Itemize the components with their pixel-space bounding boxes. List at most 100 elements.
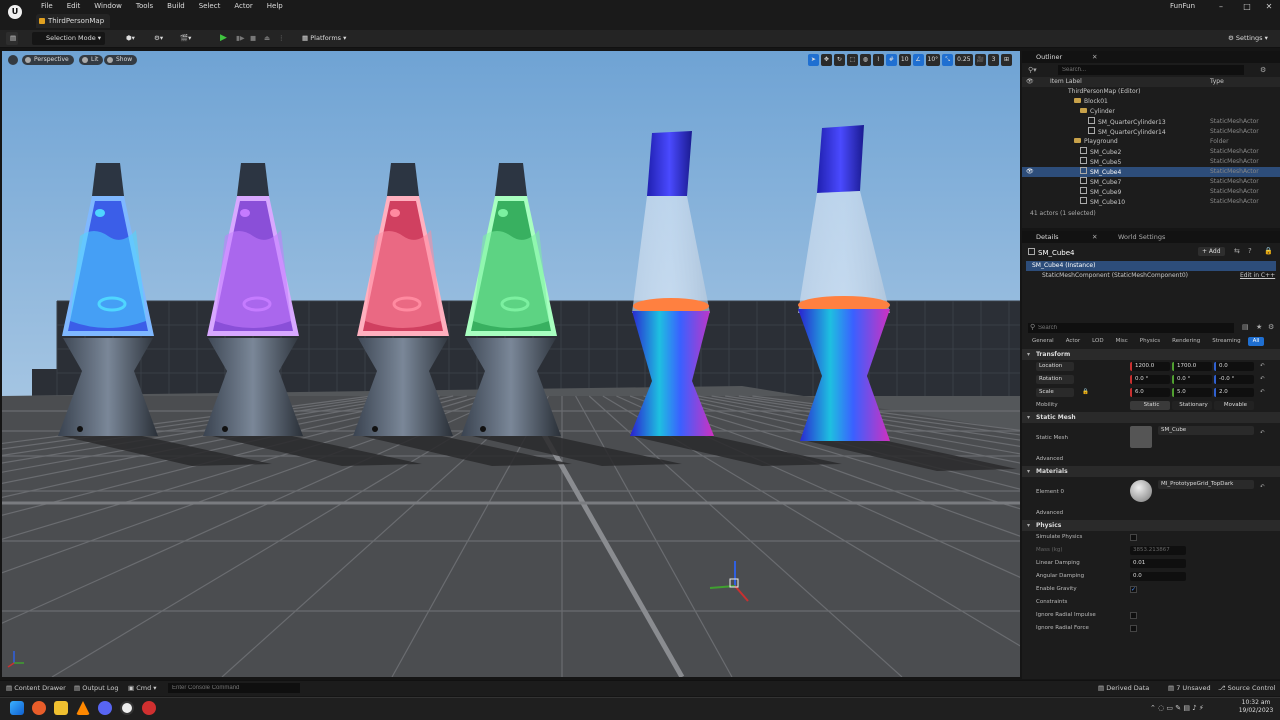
- save-icon[interactable]: ▤: [6, 32, 18, 45]
- scale-dropdown[interactable]: Scale: [1036, 388, 1074, 397]
- scale-z[interactable]: 2.0: [1214, 388, 1254, 397]
- lit-button[interactable]: Lit: [79, 55, 104, 65]
- level-tab[interactable]: ThirdPersonMap: [36, 14, 111, 28]
- filter-icon[interactable]: ⚲▾: [1028, 66, 1037, 74]
- scale-snap-value[interactable]: 0.25: [955, 54, 973, 66]
- minimize-icon[interactable]: –: [1214, 2, 1228, 12]
- category-streaming[interactable]: Streaming: [1207, 337, 1245, 346]
- physics-section[interactable]: Physics: [1022, 520, 1280, 531]
- viewport-scene[interactable]: [2, 51, 1020, 677]
- outliner-row[interactable]: SM_Cube2 StaticMeshActor: [1022, 147, 1280, 157]
- transform-section[interactable]: Transform: [1022, 349, 1280, 360]
- maximize-icon[interactable]: □: [1240, 2, 1254, 12]
- outliner-row[interactable]: SM_QuarterCylinder13 StaticMeshActor: [1022, 117, 1280, 127]
- component-row[interactable]: StaticMeshComponent (StaticMeshComponent…: [1022, 271, 1280, 281]
- translate-tool-icon[interactable]: ✥: [820, 54, 832, 66]
- mass-field[interactable]: 3853.213867: [1130, 546, 1186, 555]
- play-icon[interactable]: ▶: [216, 32, 231, 45]
- source-control-button[interactable]: ⎇ Source Control: [1218, 683, 1275, 693]
- settings-button[interactable]: ⚙ Settings ▾: [1224, 32, 1272, 45]
- surface-snap-icon[interactable]: ⌇: [872, 54, 884, 66]
- menu-item-tools[interactable]: Tools: [129, 1, 160, 11]
- simulate-physics-checkbox[interactable]: [1130, 534, 1137, 541]
- close-outliner-icon[interactable]: ✕: [1092, 51, 1097, 63]
- outliner-row[interactable]: 👁 SM_Cube4 StaticMeshActor: [1022, 167, 1280, 177]
- reset-icon[interactable]: ↶: [1260, 477, 1265, 497]
- category-actor[interactable]: Actor: [1061, 337, 1085, 346]
- category-physics[interactable]: Physics: [1135, 337, 1165, 346]
- scale-x[interactable]: 6.0: [1130, 388, 1170, 397]
- grid-snap-value[interactable]: 10: [898, 54, 911, 66]
- select-tool-icon[interactable]: ➤: [807, 54, 819, 66]
- rotation-x[interactable]: 0.0 °: [1130, 375, 1170, 384]
- category-lod[interactable]: LOD: [1087, 337, 1108, 346]
- outliner-row[interactable]: Block01: [1022, 97, 1280, 107]
- rotation-snap-value[interactable]: 10°: [925, 54, 941, 66]
- details-search-input[interactable]: [1028, 323, 1234, 333]
- unsaved-button[interactable]: ▤ 7 Unsaved: [1168, 683, 1211, 693]
- category-rendering[interactable]: Rendering: [1167, 337, 1205, 346]
- scale-tool-icon[interactable]: ⬚: [846, 54, 858, 66]
- table-view-icon[interactable]: ▤: [1242, 323, 1249, 331]
- ignore-radial-force-checkbox[interactable]: [1130, 625, 1137, 632]
- maximize-viewport-icon[interactable]: ⊞: [1001, 54, 1012, 66]
- outliner-row[interactable]: Cylinder: [1022, 107, 1280, 117]
- outliner-row[interactable]: SM_Cube9 StaticMeshActor: [1022, 187, 1280, 197]
- close-details-icon[interactable]: ✕: [1092, 231, 1097, 243]
- show-button[interactable]: Show: [104, 55, 138, 65]
- reset-icon[interactable]: ↶: [1260, 423, 1265, 443]
- world-settings-tab[interactable]: World Settings: [1118, 231, 1165, 243]
- add-content-icon[interactable]: ⬢▾: [122, 32, 139, 45]
- viewport-menu-icon[interactable]: [8, 55, 18, 65]
- stop-icon[interactable]: ■: [246, 32, 260, 45]
- menu-item-window[interactable]: Window: [87, 1, 129, 11]
- type-header[interactable]: Type: [1210, 77, 1224, 87]
- instance-row[interactable]: SM_Cube4 (Instance): [1026, 261, 1276, 271]
- perspective-button[interactable]: Perspective: [22, 55, 74, 65]
- category-misc[interactable]: Misc: [1111, 337, 1133, 346]
- blueprint-icon[interactable]: ⚙▾: [150, 32, 167, 45]
- unreal-engine-icon[interactable]: [120, 701, 134, 715]
- details-tab[interactable]: Details: [1036, 233, 1059, 241]
- scale-y[interactable]: 5.0: [1172, 388, 1212, 397]
- static-mesh-section[interactable]: Static Mesh: [1022, 412, 1280, 423]
- level-viewport[interactable]: Perspective Lit Show ➤ ✥ ↻ ⬚ ◍ ⌇ # 10 ∠ …: [2, 51, 1020, 677]
- lock-scale-icon[interactable]: 🔒: [1082, 386, 1089, 399]
- reset-icon[interactable]: ↶: [1260, 360, 1265, 373]
- enable-gravity-checkbox[interactable]: ✓: [1130, 586, 1137, 593]
- close-icon[interactable]: ✕: [1262, 2, 1276, 12]
- rotation-snap-icon[interactable]: ∠: [912, 54, 924, 66]
- derived-data-button[interactable]: ▤ Derived Data: [1098, 683, 1149, 693]
- outliner-row[interactable]: SM_Cube7 StaticMeshActor: [1022, 177, 1280, 187]
- constraints-row[interactable]: Constraints: [1022, 596, 1280, 609]
- outliner-row[interactable]: SM_QuarterCylinder14 StaticMeshActor: [1022, 127, 1280, 137]
- outliner-row[interactable]: SM_Cube5 StaticMeshActor: [1022, 157, 1280, 167]
- taskbar-clock[interactable]: 10:32 am 19/02/2023: [1236, 699, 1276, 715]
- eject-icon[interactable]: ⏏: [260, 32, 274, 45]
- favorite-icon[interactable]: ★: [1256, 323, 1262, 331]
- material-dropdown[interactable]: MI_PrototypeGrid_TopDark: [1158, 480, 1254, 489]
- static-mesh-dropdown[interactable]: SM_Cube: [1158, 426, 1254, 435]
- outliner-row[interactable]: Playground Folder: [1022, 137, 1280, 147]
- outliner-row[interactable]: ThirdPersonMap (Editor): [1022, 87, 1280, 97]
- scale-snap-icon[interactable]: ⤡: [942, 54, 954, 66]
- location-y[interactable]: 1700.0: [1172, 362, 1212, 371]
- details-settings-icon[interactable]: ⚙: [1268, 323, 1274, 331]
- mobility-stationary[interactable]: Stationary: [1172, 401, 1212, 410]
- location-dropdown[interactable]: Location: [1036, 362, 1074, 371]
- outliner-search-input[interactable]: [1058, 65, 1244, 75]
- menu-item-help[interactable]: Help: [260, 1, 290, 11]
- console-input[interactable]: [168, 683, 300, 693]
- camera-speed-icon[interactable]: 🎥: [974, 54, 986, 66]
- more-options-icon[interactable]: ⋮: [274, 32, 289, 45]
- angular-damping-field[interactable]: 0.0: [1130, 572, 1186, 581]
- cmd-dropdown[interactable]: ▣ Cmd ▾: [128, 683, 157, 693]
- item-label-header[interactable]: Item Label: [1050, 78, 1082, 85]
- menu-item-select[interactable]: Select: [192, 1, 228, 11]
- blueprint-icon[interactable]: ⇆: [1234, 247, 1240, 255]
- cinematics-icon[interactable]: 🎬▾: [176, 32, 195, 45]
- mobility-static[interactable]: Static: [1130, 401, 1170, 410]
- rotate-tool-icon[interactable]: ↻: [833, 54, 845, 66]
- outliner-row[interactable]: SM_Cube10 StaticMeshActor: [1022, 197, 1280, 207]
- location-x[interactable]: 1200.0: [1130, 362, 1170, 371]
